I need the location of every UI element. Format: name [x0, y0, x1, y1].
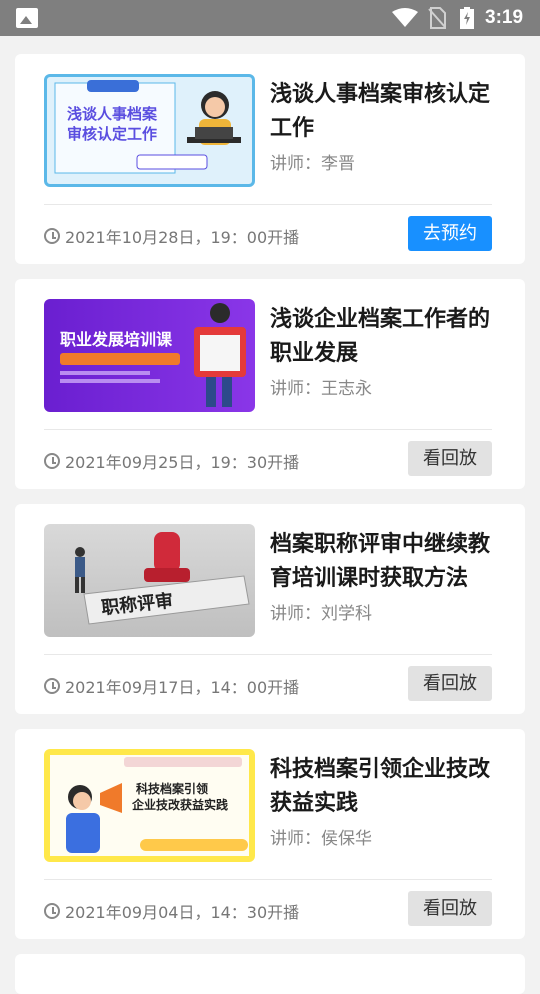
clock-time: 3:19 [485, 7, 524, 28]
thumbnail-caption: 科技档案引领 [136, 781, 208, 796]
course-thumbnail: 浅谈人事档案 审核认定工作 [44, 74, 255, 187]
clock-icon [44, 903, 60, 919]
broadcast-time: 2021年09月25日，19：30开播 [44, 449, 299, 473]
thumbnail-caption: 企业技改获益实践 [131, 797, 228, 812]
course-thumbnail: 职业发展培训课 [44, 299, 255, 412]
clock-icon [44, 453, 60, 469]
course-lecturer: 讲师：刘学科 [270, 604, 372, 624]
status-bar: 3:19 [0, 0, 540, 36]
course-card[interactable]: 科技档案引领 企业技改获益实践 科技档案引领企业技改获益实践 讲师：侯保华 20… [15, 729, 525, 939]
wifi-icon [392, 8, 418, 27]
course-lecturer: 讲师：李晋 [270, 154, 355, 174]
broadcast-time: 2021年10月28日，19：00开播 [44, 224, 299, 248]
clock-icon [44, 228, 60, 244]
image-notification-icon [16, 8, 38, 28]
broadcast-time-text: 2021年09月04日，14：30开播 [65, 903, 300, 922]
reserve-button[interactable]: 去预约 [408, 216, 492, 251]
thumbnail-caption: 职业发展培训课 [60, 330, 173, 349]
divider [44, 429, 492, 430]
broadcast-time-text: 2021年10月28日，19：00开播 [65, 228, 300, 247]
course-title[interactable]: 科技档案引领企业技改获益实践 [270, 753, 510, 821]
thumbnail-caption: 浅谈人事档案 [67, 105, 158, 123]
broadcast-time-text: 2021年09月17日，14：00开播 [65, 678, 300, 697]
course-lecturer: 讲师：王志永 [270, 379, 372, 399]
clock-icon [44, 678, 60, 694]
course-card[interactable]: 职业发展培训课 浅谈企业档案工作者的职业发展 讲师：王志永 2021年09月25… [15, 279, 525, 489]
broadcast-time: 2021年09月04日，14：30开播 [44, 899, 299, 923]
broadcast-time-text: 2021年09月25日，19：30开播 [65, 453, 300, 472]
battery-charging-icon [460, 7, 474, 29]
course-title[interactable]: 浅谈企业档案工作者的职业发展 [270, 303, 510, 371]
thumbnail-caption: 审核认定工作 [67, 125, 157, 143]
broadcast-time: 2021年09月17日，14：00开播 [44, 674, 299, 698]
course-lecturer: 讲师：侯保华 [270, 829, 372, 849]
course-title[interactable]: 档案职称评审中继续教育培训课时获取方法 [270, 528, 510, 596]
course-card[interactable]: 浅谈人事档案 审核认定工作 浅谈人事档案审核认定工作 讲师：李晋 2021年10… [15, 54, 525, 264]
course-title[interactable]: 浅谈人事档案审核认定工作 [270, 78, 510, 146]
divider [44, 204, 492, 205]
course-card[interactable]: 职称评审 档案职称评审中继续教育培训课时获取方法 讲师：刘学科 2021年09月… [15, 504, 525, 714]
replay-button[interactable]: 看回放 [408, 441, 492, 476]
replay-button[interactable]: 看回放 [408, 666, 492, 701]
course-card[interactable] [15, 954, 525, 994]
course-thumbnail: 职称评审 [44, 524, 255, 637]
divider [44, 879, 492, 880]
replay-button[interactable]: 看回放 [408, 891, 492, 926]
course-thumbnail: 科技档案引领 企业技改获益实践 [44, 749, 255, 862]
no-sim-icon [428, 7, 446, 29]
divider [44, 654, 492, 655]
